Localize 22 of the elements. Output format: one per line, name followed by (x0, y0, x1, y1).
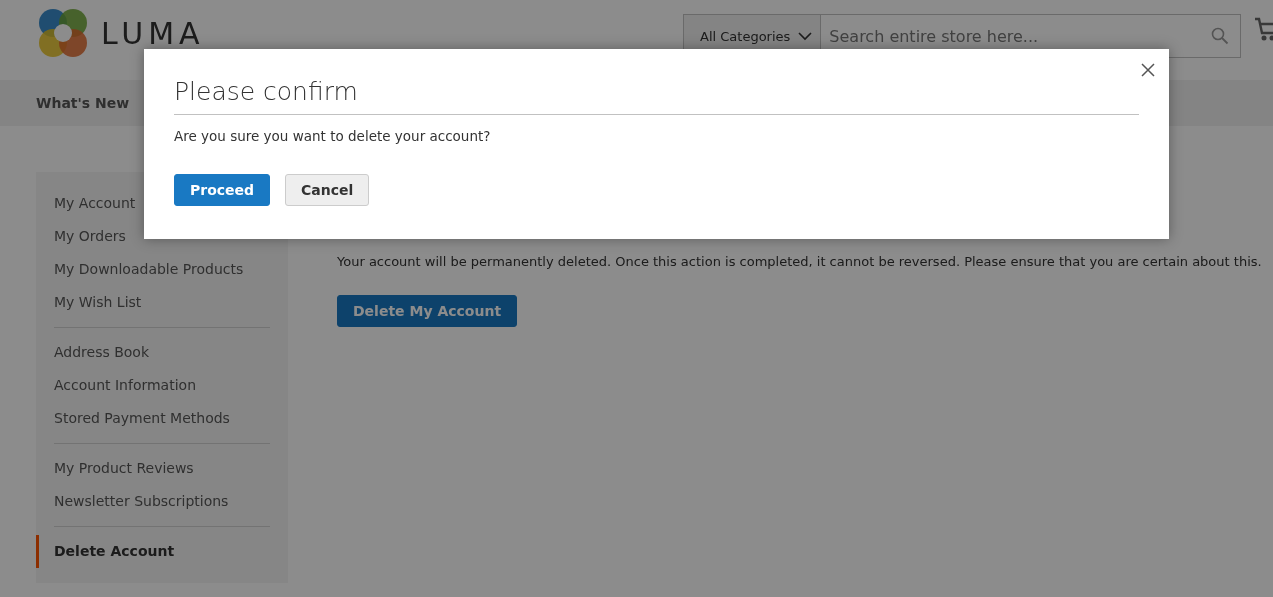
search-icon[interactable] (1211, 27, 1229, 45)
sidebar-item[interactable]: Delete Account (36, 535, 175, 568)
sidebar-item[interactable]: Address Book (36, 336, 150, 369)
sidebar-item[interactable]: Account Information (36, 369, 197, 402)
nav-link[interactable]: What's New (36, 95, 130, 111)
modal-title: Please confirm (174, 77, 1139, 115)
sidebar-item[interactable]: Newsletter Subscriptions (36, 485, 229, 518)
proceed-button[interactable]: Proceed (174, 174, 271, 206)
cancel-button[interactable]: Cancel (285, 174, 370, 206)
warning-text: Your account will be permanently deleted. Once this action is completed, it cannot be reversed. Please ensure that you are certain about this. (337, 254, 1262, 269)
sidebar-item[interactable]: My Wish List (36, 286, 142, 319)
sidebar-item[interactable]: My Orders (36, 220, 126, 253)
confirm-message: Are you sure you want to delete your account? (174, 128, 492, 144)
sidebar-item[interactable]: My Downloadable Products (36, 253, 244, 286)
sidebar-item[interactable]: My Product Reviews (36, 452, 194, 485)
logo-icon (37, 8, 89, 58)
sidebar-item[interactable]: Stored Payment Methods (36, 402, 230, 435)
close-icon[interactable] (1141, 63, 1155, 77)
sidebar-item[interactable]: My Account (36, 187, 136, 220)
chevron-down-icon (798, 31, 813, 41)
delete-account-button[interactable]: Delete My Account (337, 295, 518, 327)
logo-text: LUMA (101, 15, 205, 51)
